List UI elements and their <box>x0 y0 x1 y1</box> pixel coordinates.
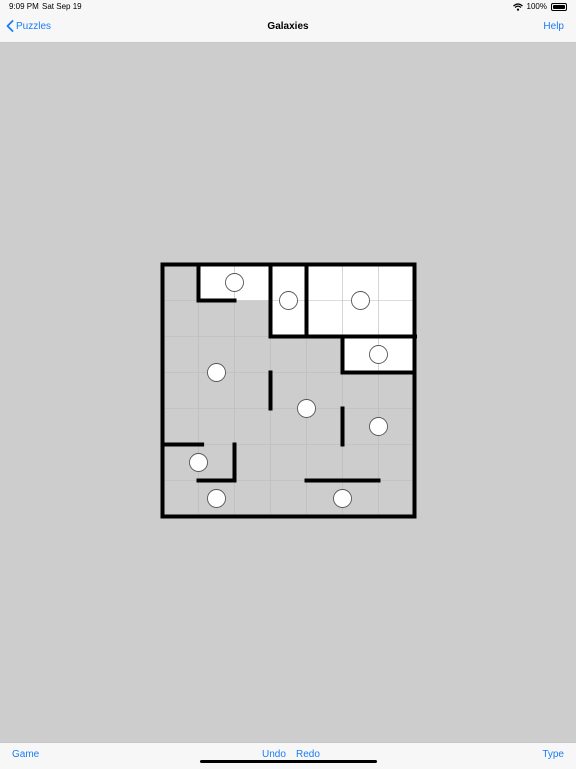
redo-button[interactable]: Redo <box>296 749 320 760</box>
filled-cell <box>306 264 343 301</box>
filled-cell <box>378 264 415 301</box>
filled-cell <box>306 300 343 337</box>
galaxy-dot <box>189 453 208 472</box>
page-title: Galaxies <box>267 21 309 32</box>
wifi-icon <box>512 2 523 11</box>
type-button[interactable]: Type <box>542 749 564 760</box>
bottom-toolbar: Game Undo Redo Type <box>0 742 576 769</box>
battery-percentage: 100% <box>526 2 547 11</box>
galaxy-dot <box>207 363 226 382</box>
galaxy-dot <box>351 291 370 310</box>
galaxy-dot <box>225 273 244 292</box>
puzzle-board[interactable] <box>160 262 489 524</box>
galaxy-dot <box>369 417 388 436</box>
status-time: 9:09 PM <box>9 2 39 11</box>
status-date: Sat Sep 19 <box>42 2 82 11</box>
galaxy-dot <box>297 399 316 418</box>
filled-cell <box>378 300 415 337</box>
puzzle-grid[interactable] <box>160 262 489 519</box>
undo-button[interactable]: Undo <box>262 749 286 760</box>
galaxy-dot <box>369 345 388 364</box>
navigation-bar: Puzzles Galaxies Help <box>0 14 576 43</box>
galaxy-dot <box>279 291 298 310</box>
galaxy-dot <box>333 489 352 508</box>
galaxy-dot <box>207 489 226 508</box>
home-indicator <box>200 760 377 763</box>
battery-icon <box>551 2 567 11</box>
game-button[interactable]: Game <box>12 749 39 760</box>
status-bar: 9:09 PM Sat Sep 19 100% <box>0 0 576 14</box>
status-indicators: 100% <box>512 2 567 11</box>
help-button[interactable]: Help <box>543 21 564 32</box>
